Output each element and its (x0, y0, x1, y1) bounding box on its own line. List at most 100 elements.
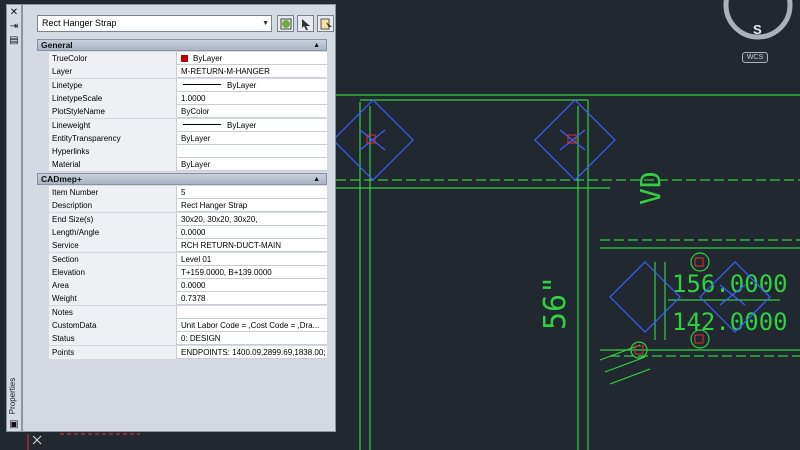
quick-select-button[interactable] (317, 15, 334, 32)
property-row-linetype[interactable]: Linetype ByLayer (37, 78, 327, 92)
property-name: Area (49, 279, 177, 293)
property-value[interactable]: 0.7378 (178, 292, 327, 305)
row-gutter (37, 332, 49, 346)
property-value-text: 30x20, 30x20, 30x20, (181, 214, 258, 224)
property-value[interactable]: 0: DESIGN (178, 332, 327, 345)
property-value-text: ByColor (181, 107, 210, 117)
close-icon[interactable]: ✕ (8, 7, 20, 18)
property-name: Lineweight (49, 118, 177, 132)
auto-hide-icon[interactable]: ⇥ (8, 21, 20, 32)
row-gutter (37, 212, 49, 226)
property-value[interactable] (178, 145, 327, 158)
property-value-text: ENDPOINTS: 1400.09,2899.69,1838.00; (181, 347, 326, 357)
toggle-pickadd-button[interactable] (277, 15, 294, 32)
property-row-lineweight[interactable]: Lineweight ByLayer (37, 118, 327, 132)
property-value[interactable]: M-RETURN-M-HANGER (178, 65, 327, 78)
property-name: Length/Angle (49, 225, 177, 239)
property-value[interactable]: 30x20, 30x20, 30x20, (178, 213, 327, 226)
cursor-x-icon (32, 435, 42, 445)
collapse-icon[interactable]: ▲ (313, 174, 320, 185)
property-row-hyperlinks[interactable]: Hyperlinks (37, 145, 327, 159)
property-value-text: Rect Hanger Strap (181, 201, 248, 211)
property-row-length-angle[interactable]: Length/Angle 0.0000 (37, 225, 327, 239)
property-row-linetypescale[interactable]: LinetypeScale 1.0000 (37, 91, 327, 105)
property-name: Section (49, 252, 177, 266)
property-value[interactable]: ByLayer (178, 52, 327, 65)
palette-menu-icon[interactable]: ▣ (8, 419, 20, 430)
palette-title-strip[interactable]: ✕ ⇥ ▤ Properties ▣ (6, 4, 22, 432)
property-value[interactable]: ByLayer (178, 119, 327, 132)
property-row-item-number[interactable]: Item Number 5 (37, 186, 327, 199)
category-cadmep[interactable]: CADmep+ ▲ (37, 173, 327, 185)
property-row-section[interactable]: Section Level 01 (37, 252, 327, 266)
row-gutter (37, 105, 49, 119)
palette-properties-icon[interactable]: ▤ (8, 35, 20, 46)
row-gutter (37, 52, 49, 65)
property-row-layer[interactable]: Layer M-RETURN-M-HANGER (37, 65, 327, 79)
property-value[interactable]: ByLayer (178, 158, 327, 171)
property-name: TrueColor (49, 52, 177, 65)
property-value[interactable]: 0.0000 (178, 279, 327, 292)
collapse-icon[interactable]: ▲ (313, 40, 320, 51)
property-value-text: 0.0000 (181, 227, 206, 237)
row-gutter (37, 65, 49, 79)
property-value[interactable]: ENDPOINTS: 1400.09,2899.69,1838.00; (178, 346, 327, 359)
property-row-customdata[interactable]: CustomData Unit Labor Code = ,Cost Code =… (37, 319, 327, 332)
property-value[interactable]: Rect Hanger Strap (178, 199, 327, 212)
select-objects-icon (302, 19, 310, 30)
ucs-menu-button[interactable]: WCS (742, 52, 768, 63)
category-general[interactable]: General ▲ (37, 39, 327, 51)
property-value[interactable] (178, 306, 327, 319)
property-name: CustomData (49, 319, 177, 332)
viewcube-compass-label[interactable]: S (753, 22, 762, 37)
object-type-dropdown[interactable]: Rect Hanger Strap ▼ (37, 15, 272, 32)
dim-vertical-text: 56" (538, 276, 573, 330)
row-gutter (37, 239, 49, 253)
property-value[interactable]: RCH RETURN-DUCT-MAIN (178, 239, 327, 252)
property-value-text: 0.0000 (181, 281, 206, 291)
property-value-text: ByLayer (181, 160, 211, 170)
category-general-label: General (41, 40, 73, 50)
pickadd-icon (280, 18, 292, 30)
property-value[interactable]: 0.0000 (178, 226, 327, 239)
property-row-entitytransparency[interactable]: EntityTransparency ByLayer (37, 131, 327, 145)
property-row-status[interactable]: Status 0: DESIGN (37, 332, 327, 346)
property-row-service[interactable]: Service RCH RETURN-DUCT-MAIN (37, 239, 327, 253)
property-value-text: 5 (181, 188, 186, 197)
property-name: EntityTransparency (49, 131, 177, 145)
property-row-end-size-s[interactable]: End Size(s) 30x20, 30x20, 30x20, (37, 212, 327, 226)
property-value[interactable]: ByColor (178, 105, 327, 118)
property-name: Points (49, 345, 177, 359)
color-swatch-icon (181, 55, 188, 62)
property-value[interactable]: ByLayer (178, 79, 327, 92)
property-row-area[interactable]: Area 0.0000 (37, 279, 327, 293)
property-value[interactable]: Level 01 (178, 253, 327, 266)
chevron-down-icon: ▼ (262, 20, 269, 27)
property-name: Service (49, 239, 177, 253)
object-type-value: Rect Hanger Strap (42, 18, 117, 28)
property-value[interactable]: ByLayer (178, 132, 327, 145)
property-value[interactable]: Unit Labor Code = ,Cost Code = ,Dra... (178, 319, 327, 332)
property-row-notes[interactable]: Notes (37, 305, 327, 319)
property-value-text: ByLayer (181, 133, 211, 143)
property-row-points[interactable]: Points ENDPOINTS: 1400.09,2899.69,1838.00… (37, 345, 327, 359)
properties-palette: Rect Hanger Strap ▼ General ▲ TrueColor B… (22, 4, 336, 432)
property-row-weight[interactable]: Weight 0.7378 (37, 292, 327, 306)
property-value[interactable]: 5 (178, 186, 327, 199)
property-value[interactable]: 1.0000 (178, 92, 327, 105)
property-row-elevation[interactable]: Elevation T+159.0000, B+139.0000 (37, 265, 327, 279)
row-gutter (37, 279, 49, 293)
property-name: Layer (49, 65, 177, 79)
dim-vd-text: VD (634, 171, 667, 205)
elevation-bottom-text: 142.0000 (672, 308, 788, 336)
palette-title: Properties (8, 377, 17, 415)
property-row-truecolor[interactable]: TrueColor ByLayer (37, 52, 327, 65)
row-gutter (37, 252, 49, 266)
property-row-material[interactable]: Material ByLayer (37, 158, 327, 172)
property-value[interactable]: T+159.0000, B+139.0000 (178, 266, 327, 279)
property-row-plotstylename[interactable]: PlotStyleName ByColor (37, 105, 327, 119)
row-gutter (37, 199, 49, 213)
property-row-description[interactable]: Description Rect Hanger Strap (37, 199, 327, 213)
property-name: Linetype (49, 78, 177, 92)
select-objects-button[interactable] (297, 15, 314, 32)
